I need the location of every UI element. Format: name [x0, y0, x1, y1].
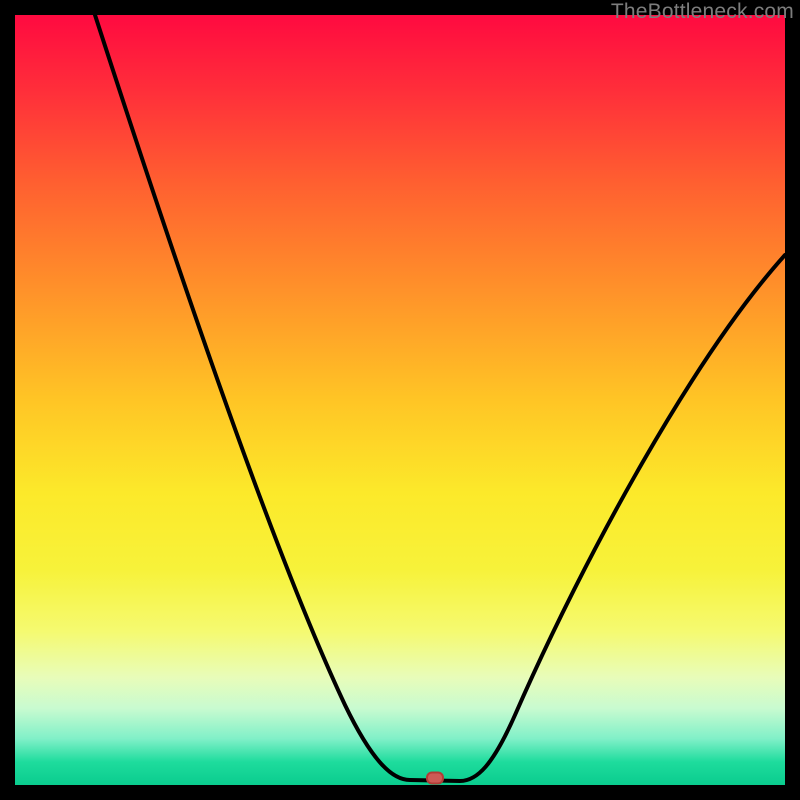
plot-area — [15, 15, 785, 785]
chart-stage: TheBottleneck.com — [0, 0, 800, 800]
current-config-marker — [426, 772, 444, 785]
bottleneck-curve-path — [95, 15, 785, 781]
bottleneck-curve — [15, 15, 785, 785]
watermark-text: TheBottleneck.com — [611, 0, 794, 24]
